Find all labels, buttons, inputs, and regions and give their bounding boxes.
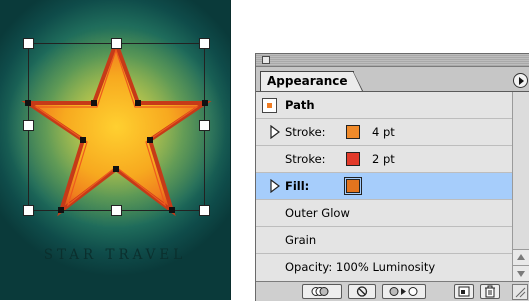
panel-titlebar[interactable] — [256, 54, 529, 67]
anchor-point[interactable] — [147, 137, 153, 143]
appearance-row-path[interactable]: Path — [256, 92, 512, 119]
anchor-point[interactable] — [113, 166, 119, 172]
disclosure-triangle-icon[interactable] — [270, 125, 280, 139]
row-label: Stroke: — [285, 152, 326, 166]
clear-appearance-icon[interactable] — [348, 284, 376, 299]
anchor-point[interactable] — [135, 100, 141, 106]
row-label: Stroke: — [285, 125, 326, 139]
appearance-row-stroke-4pt[interactable]: Stroke: 4 pt — [256, 119, 512, 146]
delete-item-icon[interactable] — [480, 284, 500, 299]
panel-toolbar — [256, 281, 529, 301]
appearance-row-outer-glow[interactable]: Outer Glow — [256, 200, 512, 227]
row-label: Fill: — [285, 179, 310, 193]
reduce-to-basic-appearance-icon[interactable] — [382, 284, 426, 299]
scroll-down-icon[interactable] — [513, 265, 529, 281]
tab-appearance-label: Appearance — [267, 74, 348, 88]
anchor-point[interactable] — [25, 100, 31, 106]
handle-top-left[interactable] — [23, 38, 34, 49]
anchor-point[interactable] — [202, 100, 208, 106]
anchor-point[interactable] — [80, 137, 86, 143]
stroke-color-swatch[interactable] — [346, 125, 360, 139]
path-icon — [262, 98, 277, 113]
stroke-weight: 2 pt — [372, 152, 395, 166]
anchor-point[interactable] — [58, 207, 64, 213]
appearance-row-stroke-2pt[interactable]: Stroke: 2 pt — [256, 146, 512, 173]
handle-middle-right[interactable] — [199, 120, 210, 131]
panel-tab-bar: Appearance — [256, 67, 529, 92]
artwork-canvas: STAR TRAVEL — [0, 0, 231, 300]
tab-appearance[interactable]: Appearance — [260, 71, 354, 91]
row-label: Opacity: 100% Luminosity — [285, 260, 436, 274]
handle-top-center[interactable] — [111, 38, 122, 49]
appearance-list: Path Stroke: 4 pt Stroke: 2 pt Fill: Out… — [256, 92, 512, 281]
appearance-panel: Appearance Path Stroke: 4 pt Stroke: 2 p… — [255, 53, 529, 301]
tab-edge-fill — [353, 72, 362, 91]
artwork-caption: STAR TRAVEL — [43, 247, 187, 263]
handle-bottom-right[interactable] — [199, 205, 210, 216]
scroll-up-icon[interactable] — [513, 249, 529, 265]
stroke-color-swatch[interactable] — [346, 152, 360, 166]
handle-middle-left[interactable] — [23, 120, 34, 131]
duplicate-item-icon[interactable] — [454, 284, 474, 299]
appearance-row-grain[interactable]: Grain — [256, 227, 512, 254]
anchor-point[interactable] — [169, 207, 175, 213]
resize-grip-icon[interactable] — [512, 284, 528, 300]
row-label: Path — [285, 98, 315, 112]
handle-top-right[interactable] — [199, 38, 210, 49]
anchor-point[interactable] — [91, 100, 97, 106]
vertical-scrollbar[interactable] — [512, 92, 529, 281]
new-art-basic-appearance-icon[interactable] — [302, 284, 342, 299]
row-label: Outer Glow — [285, 206, 350, 220]
stroke-weight: 4 pt — [372, 125, 395, 139]
row-label: Grain — [285, 233, 317, 247]
fill-color-swatch[interactable] — [344, 177, 362, 195]
handle-bottom-center[interactable] — [111, 205, 122, 216]
disclosure-triangle-icon[interactable] — [270, 179, 280, 193]
panel-menu-icon[interactable] — [513, 73, 528, 88]
close-box-icon[interactable] — [262, 56, 270, 64]
appearance-row-opacity[interactable]: Opacity: 100% Luminosity — [256, 254, 512, 281]
handle-bottom-left[interactable] — [23, 205, 34, 216]
appearance-row-fill[interactable]: Fill: — [256, 173, 512, 200]
